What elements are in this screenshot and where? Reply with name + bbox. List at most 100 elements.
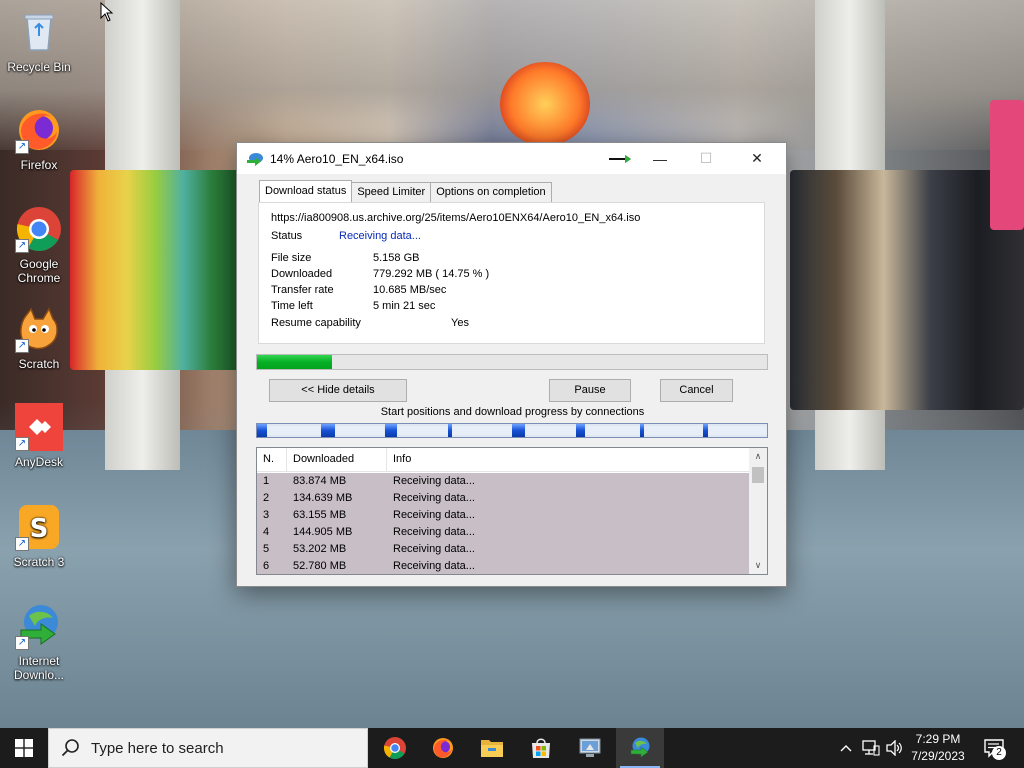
table-row[interactable]: 1 83.874 MB Receiving data... [257,473,749,490]
connection-info: Receiving data... [393,560,475,572]
taskbar-app-file-explorer[interactable] [468,728,516,768]
connection-segment [639,424,704,437]
taskbar-clock[interactable]: 7:29 PM 7/29/2023 [900,731,976,765]
network-icon [862,740,880,756]
taskbar-app-chrome[interactable] [371,728,419,768]
network-status-button[interactable] [860,728,882,768]
desktop-icon-scratch-3[interactable]: S ↗ Scratch 3 [1,503,77,569]
table-row[interactable]: 2 134.639 MB Receiving data... [257,490,749,507]
minimize-to-tray-arrow-icon[interactable] [609,155,631,163]
connection-info: Receiving data... [393,475,475,487]
download-progress-dialog: 14% Aero10_EN_x64.iso — ☐ ✕ Download sta… [236,142,787,587]
connection-segment-remaining [585,426,640,435]
desktop-icon-label: Internet Downlo... [13,654,65,682]
close-icon: ✕ [751,150,763,166]
desktop-icon-scratch[interactable]: ↗ Scratch [1,305,77,371]
shortcut-arrow-icon: ↗ [15,140,29,154]
desktop-icon-internet-download-manager[interactable]: ↗ Internet Downlo... [1,602,77,682]
column-header-info[interactable]: Info [387,448,749,472]
scrollbar-thumb[interactable] [752,467,764,483]
tab-options-on-completion[interactable]: Options on completion [430,182,552,202]
idm-icon: ↗ [15,602,63,650]
connections-list-scrollbar[interactable]: ∧ ∨ [749,448,767,574]
taskbar-app-internet-download-manager[interactable] [616,728,664,768]
show-hidden-icons-button[interactable] [836,728,856,768]
background-clothes-rack [790,170,1024,410]
dialog-title-bar[interactable]: 14% Aero10_EN_x64.iso — ☐ ✕ [237,143,786,174]
pause-button[interactable]: Pause [549,379,631,402]
download-url: https://ia800908.us.archive.org/25/items… [271,212,641,224]
search-icon [61,739,79,757]
download-status-panel: https://ia800908.us.archive.org/25/items… [258,202,765,344]
connection-segment [384,424,449,437]
taskbar-app-microsoft-store[interactable] [517,728,565,768]
desktop-icon-label: Scratch 3 [13,555,65,569]
file-size-label: File size [271,252,312,264]
mouse-cursor-icon [100,2,114,22]
connection-info: Receiving data... [393,509,475,521]
connection-segment-remaining [266,426,321,435]
connection-number: 1 [263,475,270,487]
desktop-icon-label: Google Chrome [17,257,61,285]
taskbar: Type here to search 7:29 PM 7/29/2023 2 [0,728,1024,768]
time-left-label: Time left [271,300,313,312]
background-sun-sign [500,62,590,146]
connection-number: 5 [263,543,270,555]
close-button[interactable]: ✕ [734,143,780,174]
table-row[interactable]: 3 63.155 MB Receiving data... [257,507,749,524]
desktop-icon-google-chrome[interactable]: ↗ Google Chrome [1,205,77,285]
minimize-button[interactable]: — [637,143,683,174]
firefox-icon: ↗ [15,106,63,154]
connection-downloaded: 134.639 MB [293,492,353,504]
file-size-value: 5.158 GB [373,252,420,264]
status-value: Receiving data... [339,230,421,242]
connection-segment-progress [257,424,267,437]
time-left-value: 5 min 21 sec [373,300,436,312]
cancel-button[interactable]: Cancel [660,379,733,402]
connection-downloaded: 53.202 MB [293,543,347,555]
connections-list: N. Downloaded Info 1 83.874 MB Receiving d… [256,447,768,575]
connection-segment-progress [575,424,586,437]
shortcut-arrow-icon: ↗ [15,239,29,253]
download-progress-fill [257,355,333,369]
chrome-icon [383,737,406,759]
hide-details-button[interactable]: << Hide details [269,379,407,402]
taskbar-app-firefox[interactable] [419,728,467,768]
dialog-title: 14% Aero10_EN_x64.iso [270,151,404,166]
chevron-up-icon [840,745,852,752]
column-header-downloaded[interactable]: Downloaded [287,448,387,472]
scroll-up-icon[interactable]: ∧ [749,448,767,465]
windows-logo-icon [15,739,33,757]
column-header-number[interactable]: N. [257,448,287,472]
scroll-down-icon[interactable]: ∨ [749,557,767,574]
maximize-button: ☐ [683,143,729,174]
start-button[interactable] [0,728,48,768]
table-row[interactable]: 6 52.780 MB Receiving data... [257,558,749,574]
desktop-icon-anydesk[interactable]: ↗ AnyDesk [1,403,77,469]
connection-segment [512,424,576,437]
background-clothes-rack [70,170,240,370]
connections-caption: Start positions and download progress by… [380,406,645,418]
tab-download-status[interactable]: Download status [259,180,353,202]
table-row[interactable]: 4 144.905 MB Receiving data... [257,524,749,541]
tab-speed-limiter[interactable]: Speed Limiter [351,182,432,202]
connection-segment-progress [384,424,398,437]
idm-icon [247,152,263,166]
control-panel-icon [579,738,601,757]
taskbar-search-box[interactable]: Type here to search [48,728,368,768]
idm-icon [630,737,650,758]
notification-center-button[interactable]: 2 [978,728,1010,768]
notification-count-badge: 2 [992,746,1006,760]
desktop-icon-firefox[interactable]: ↗ Firefox [1,106,77,172]
connection-segment-remaining [397,426,449,435]
anydesk-icon: ↗ [15,403,63,451]
table-row[interactable]: 5 53.202 MB Receiving data... [257,541,749,558]
shortcut-arrow-icon: ↗ [15,636,29,650]
transfer-rate-value: 10.685 MB/sec [373,284,447,296]
desktop-icon-recycle-bin[interactable]: Recycle Bin [1,8,77,74]
desktop-icon-label: Firefox [20,158,58,172]
maximize-icon: ☐ [699,150,713,166]
search-placeholder: Type here to search [91,739,224,757]
connection-segment-remaining [524,426,576,435]
taskbar-app-control-panel[interactable] [566,728,614,768]
